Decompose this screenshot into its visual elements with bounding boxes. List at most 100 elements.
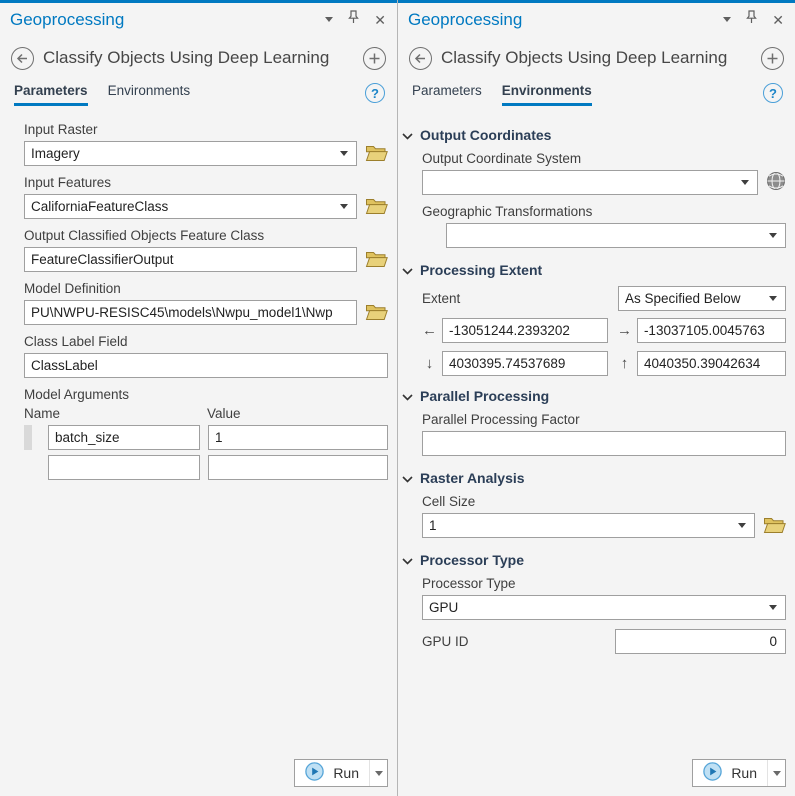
browse-folder-button[interactable] [365,249,388,271]
run-options-caret[interactable] [369,760,387,786]
arrow-up-icon: ↑ [617,355,632,372]
cell-size-combobox[interactable]: 1 [422,513,755,538]
tool-header: Classify Objects Using Deep Learning [0,36,397,80]
section-chevron-icon [402,470,413,486]
close-icon[interactable]: ✕ [374,13,386,27]
tool-title: Classify Objects Using Deep Learning [43,48,354,68]
tab-environments[interactable]: Environments [502,83,592,106]
model-definition-input[interactable] [24,300,357,325]
argument-value-input[interactable] [208,425,388,450]
browse-folder-button[interactable] [365,302,388,324]
section-header-toggle[interactable]: Raster Analysis [402,465,525,494]
extent-grid: ← → ↓ ↑ [422,318,786,376]
window-controls: ✕ [325,10,386,29]
back-button[interactable] [409,47,432,70]
argument-name-input[interactable] [48,425,200,450]
table-row [24,455,388,480]
extent-ymax-input[interactable] [637,351,786,376]
add-to-project-button[interactable] [761,47,784,70]
select-coordinate-system-button[interactable] [766,171,786,194]
section-chevron-icon [402,552,413,568]
argument-value-input[interactable] [208,455,388,480]
gpu-id-input[interactable] [615,629,786,654]
row-selector-handle[interactable] [24,425,32,450]
section-processor-type: Processor Type Processor Type GPU GP [402,547,786,654]
tool-title: Classify Objects Using Deep Learning [441,48,752,68]
argument-name-input[interactable] [48,455,200,480]
extent-ymin-input[interactable] [442,351,608,376]
pin-icon[interactable] [348,10,359,29]
tab-parameters[interactable]: Parameters [14,83,88,106]
back-button[interactable] [11,47,34,70]
close-icon[interactable]: ✕ [772,13,784,27]
panel-menu-caret-icon[interactable] [723,17,731,22]
field-cell-size: Cell Size 1 [422,494,786,538]
column-header-value: Value [207,406,241,421]
panel-header: Geoprocessing ✕ [0,3,397,36]
folder-icon [365,196,388,218]
model-arguments-headers: Name Value [24,406,388,421]
add-to-project-button[interactable] [363,47,386,70]
arrow-down-icon: ↓ [422,355,437,372]
combo-caret-icon [738,523,746,528]
browse-folder-button[interactable] [763,515,786,537]
help-icon[interactable]: ? [365,83,385,103]
run-button[interactable]: Run [295,760,369,786]
field-label: Model Definition [24,281,388,296]
class-label-field-input[interactable] [24,353,388,378]
panel-header: Geoprocessing ✕ [398,3,795,36]
field-label: Input Features [24,175,388,190]
field-label: Model Arguments [24,387,388,402]
section-header-toggle[interactable]: Processor Type [402,547,524,576]
tab-environments[interactable]: Environments [108,83,191,106]
table-row [24,425,388,450]
browse-folder-button[interactable] [365,196,388,218]
section-title: Raster Analysis [420,470,525,486]
window-controls: ✕ [723,10,784,29]
panel-footer: Run [398,750,795,796]
extent-xmax-input[interactable] [637,318,786,343]
geographic-transformations-combobox[interactable] [446,223,786,248]
combo-caret-icon [741,180,749,185]
section-title: Processing Extent [420,262,542,278]
panel-title: Geoprocessing [408,10,723,30]
run-button[interactable]: Run [693,760,767,786]
input-features-combobox[interactable]: CaliforniaFeatureClass [24,194,357,219]
row-selector-handle [24,455,32,480]
help-icon[interactable]: ? [763,83,783,103]
field-parallel-processing-factor: Parallel Processing Factor [422,412,786,456]
panel-menu-caret-icon[interactable] [325,17,333,22]
run-options-caret[interactable] [767,760,785,786]
run-split-button: Run [294,759,388,787]
section-chevron-icon [402,127,413,143]
field-label: Class Label Field [24,334,388,349]
field-model-definition: Model Definition [24,281,388,325]
section-title: Parallel Processing [420,388,549,404]
section-output-coordinates: Output Coordinates Output Coordinate Sys… [402,122,786,248]
tab-parameters[interactable]: Parameters [412,83,482,106]
input-raster-combobox[interactable]: Imagery [24,141,357,166]
extent-mode-combobox[interactable]: As Specified Below [618,286,786,311]
folder-icon [365,143,388,165]
section-header-toggle[interactable]: Output Coordinates [402,122,551,151]
tool-header: Classify Objects Using Deep Learning [398,36,795,80]
arrow-right-icon: → [617,322,632,339]
section-chevron-icon [402,388,413,404]
parallel-processing-factor-input[interactable] [422,431,786,456]
pin-icon[interactable] [746,10,757,29]
extent-xmin-input[interactable] [442,318,608,343]
combo-caret-icon [769,605,777,610]
combo-caret-icon [340,204,348,209]
processor-type-combobox[interactable]: GPU [422,595,786,620]
field-input-features: Input Features CaliforniaFeatureClass [24,175,388,219]
section-header-toggle[interactable]: Processing Extent [402,257,542,286]
arrow-left-icon: ← [422,322,437,339]
panel-footer: Run [0,750,397,796]
browse-folder-button[interactable] [365,143,388,165]
run-button-label: Run [731,765,757,781]
output-coordinate-system-combobox[interactable] [422,170,758,195]
field-label: Input Raster [24,122,388,137]
output-feature-class-input[interactable] [24,247,357,272]
section-header-toggle[interactable]: Parallel Processing [402,383,549,412]
folder-icon [763,515,786,537]
